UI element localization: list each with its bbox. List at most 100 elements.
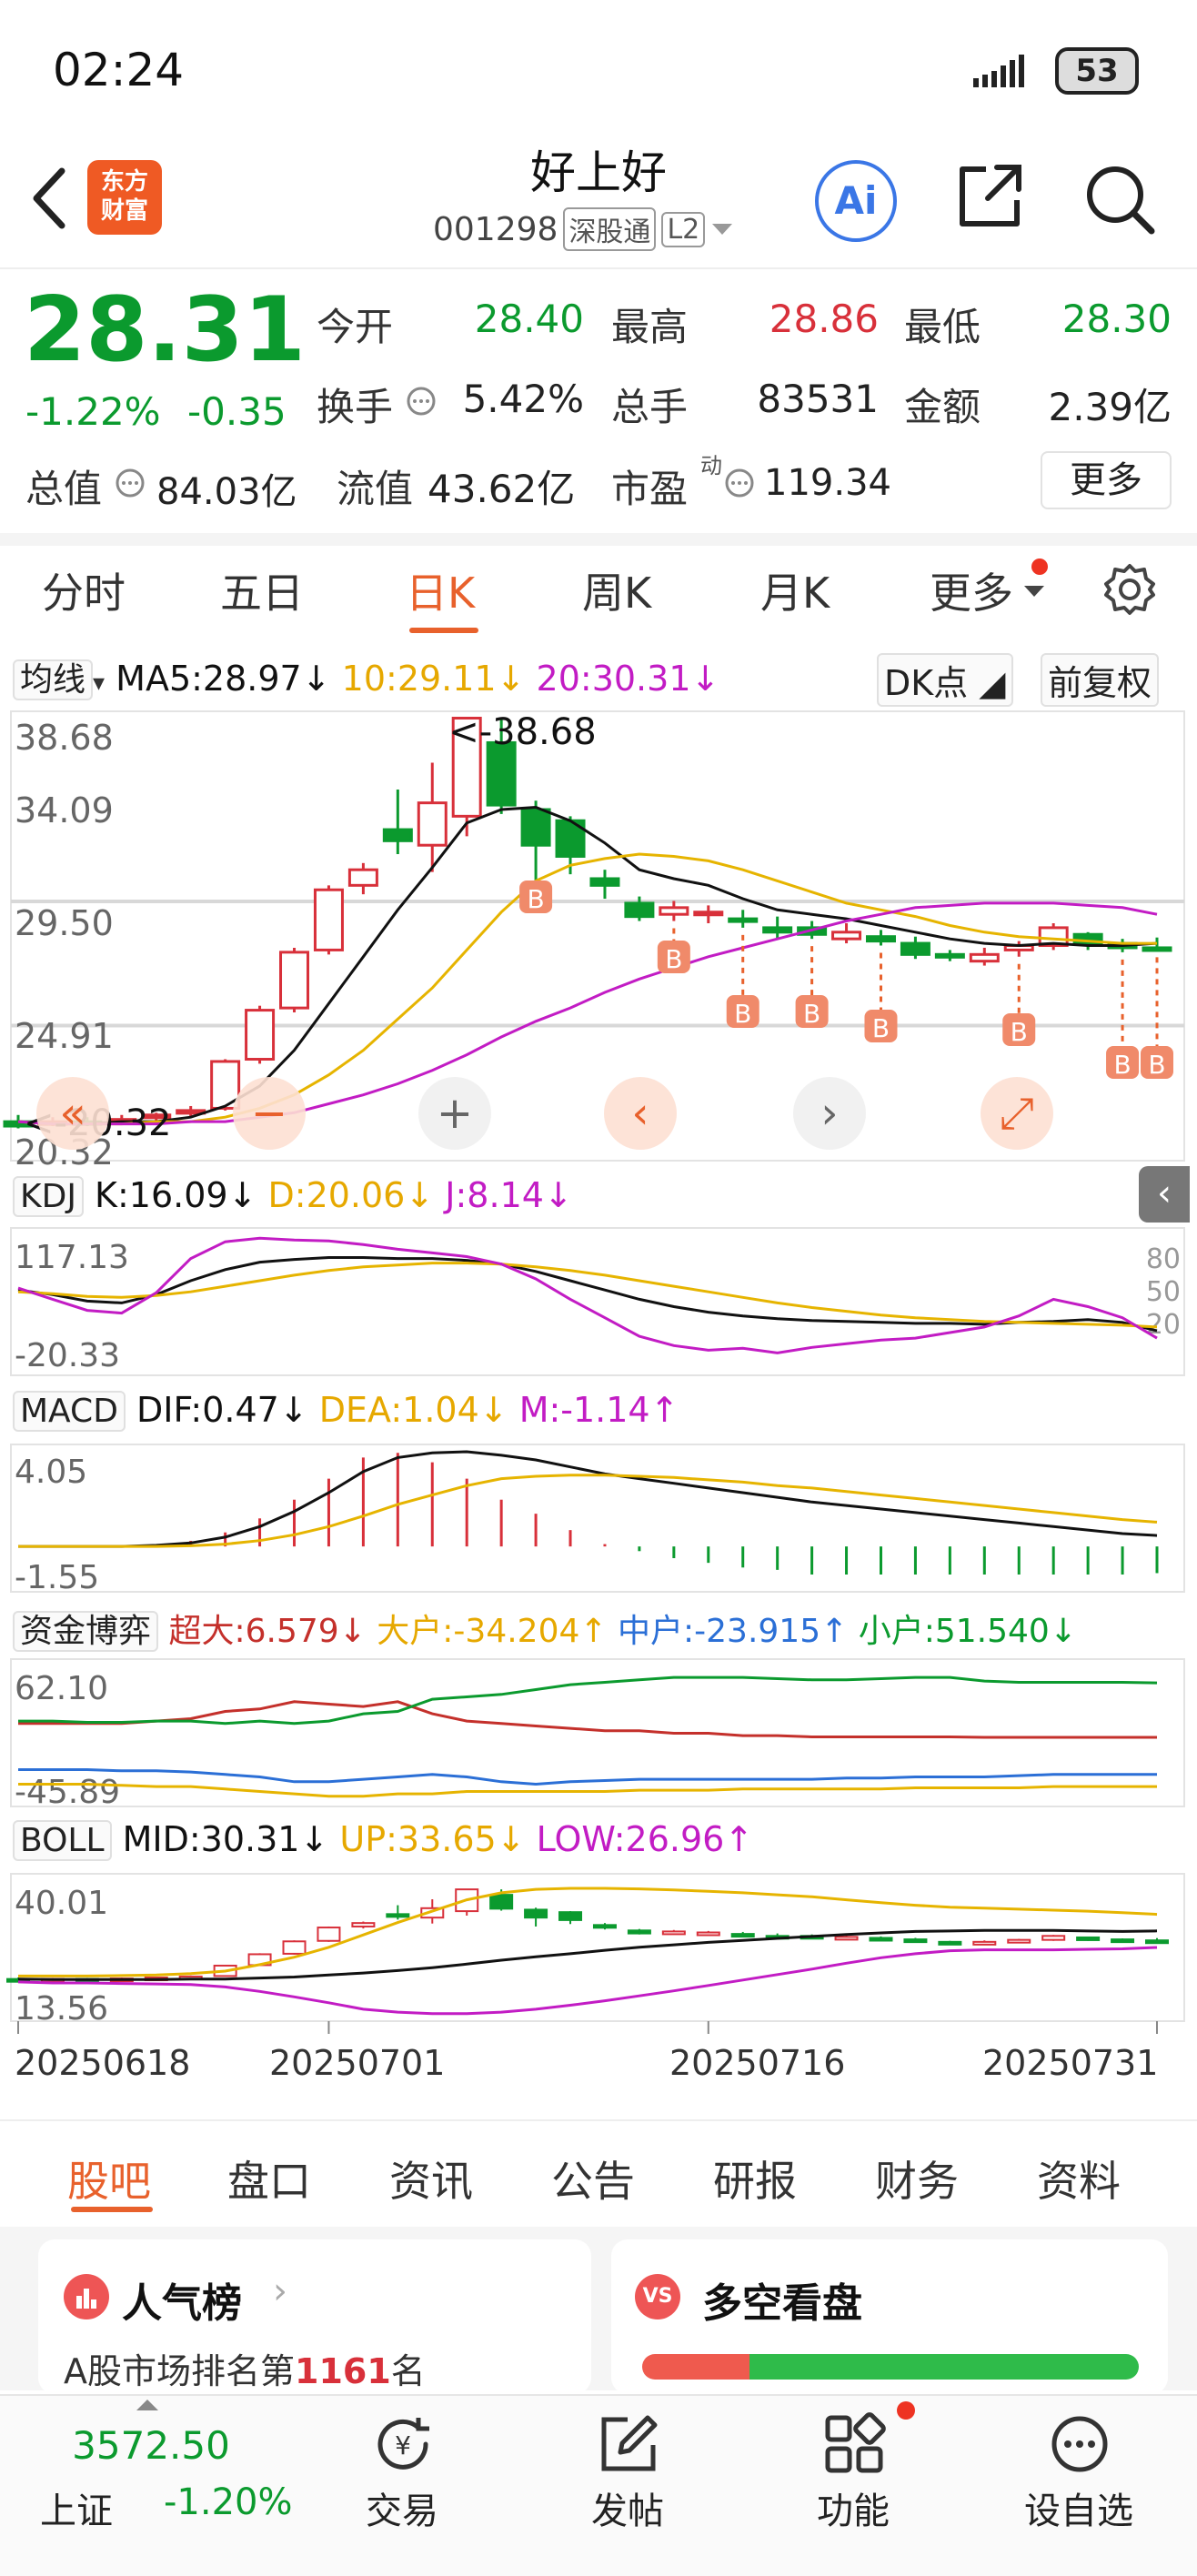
- gear-icon[interactable]: [1102, 562, 1157, 617]
- fund-super-line: [18, 1700, 1157, 1739]
- ma10-legend: 10:29.11: [341, 659, 497, 699]
- panel-frame: [10, 1227, 1185, 1376]
- fund-big-line: [18, 1783, 1157, 1798]
- fund-legend-row: 资金博弈 超大:6.579↓ 大户:-34.204↑ 中户:-23.915↑ 小…: [13, 1605, 1077, 1652]
- kdj-k-line: [17, 1256, 1158, 1333]
- tab-daily-k[interactable]: 日K: [406, 560, 475, 620]
- ma20-line: [17, 901, 1158, 1126]
- tab-weekly-k[interactable]: 周K: [582, 560, 651, 620]
- collapse-panel-button[interactable]: ‹: [1139, 1166, 1190, 1223]
- amount-value: 2.39亿: [1048, 385, 1172, 429]
- info-icon[interactable]: [724, 468, 755, 498]
- b-marker-label: B: [803, 999, 820, 1029]
- tab-monthly-k[interactable]: 月K: [760, 560, 830, 620]
- info-icon[interactable]: [115, 468, 146, 498]
- boll-candle-body: [696, 1931, 720, 1937]
- tab-order-book[interactable]: 盘口: [227, 2148, 311, 2209]
- boll-candle-body: [938, 1940, 962, 1946]
- candle-body: [520, 808, 551, 847]
- index-change: -1.20%: [164, 2481, 293, 2523]
- macd-legend-row: MACD DIF:0.47↓ DEA:1.04↓ M:-1.14↑: [13, 1390, 679, 1432]
- volume-label: 总手: [611, 385, 689, 429]
- adjust-button[interactable]: 前复权: [1041, 653, 1160, 707]
- post-icon[interactable]: [597, 2412, 660, 2476]
- vs-icon: VS: [635, 2274, 680, 2319]
- b-marker-label: B: [527, 884, 544, 914]
- b-marker-label: B: [665, 944, 682, 974]
- index-name: 上证: [40, 2490, 113, 2532]
- boll-candle-body: [489, 1894, 514, 1910]
- candle-body: [900, 941, 930, 956]
- search-icon[interactable]: [1081, 160, 1157, 236]
- tab-news[interactable]: 资讯: [389, 2148, 473, 2209]
- date-label-3: 20250716: [669, 2043, 846, 2083]
- vs-title: 多空看盘: [702, 2280, 862, 2327]
- price-axis-label: 29.50: [15, 903, 114, 943]
- amount-label: 金额: [904, 385, 981, 429]
- date-label-2: 20250701: [269, 2043, 446, 2083]
- notification-dot: [897, 2401, 915, 2420]
- chevron-right-icon: ›: [273, 2270, 287, 2312]
- index-value[interactable]: 3572.50: [60, 2423, 242, 2468]
- low-value: 28.30: [1061, 297, 1172, 341]
- dk-point-label: DK点: [884, 663, 969, 703]
- fund-big-legend: 大户:-34.204: [377, 1613, 580, 1650]
- float-cap-label: 流值: [337, 467, 414, 511]
- nav-features[interactable]: 功能: [762, 2481, 944, 2534]
- boll-mid-line: [17, 1928, 1158, 1981]
- more-dots-icon[interactable]: [1048, 2412, 1112, 2476]
- svg-text:¥: ¥: [395, 2430, 411, 2460]
- b-marker-label: B: [734, 999, 751, 1029]
- candle-body: [382, 828, 413, 842]
- fund-small-legend: 小户:51.540: [858, 1613, 1050, 1650]
- ma20-legend: 20:30.31: [536, 659, 691, 699]
- exchange-tag: 深股通: [563, 207, 657, 251]
- tab-intraday[interactable]: 分时: [42, 560, 126, 620]
- kline-chart[interactable]: 38.6834.0929.5024.9120.32BBB B B BB B<-38.68…: [0, 642, 1197, 2116]
- notification-dot: [1031, 558, 1048, 575]
- tab-research[interactable]: 研报: [713, 2148, 797, 2209]
- tab-announcements[interactable]: 公告: [551, 2148, 635, 2209]
- trade-icon[interactable]: ¥: [371, 2412, 435, 2476]
- boll-low-line: [17, 1946, 1158, 2016]
- tab-profile[interactable]: 资料: [1037, 2148, 1121, 2209]
- market-cap-value: 84.03亿: [156, 471, 297, 513]
- boll-mid-legend: MID:30.31: [122, 1819, 300, 1859]
- boll-candle-body: [524, 1908, 548, 1919]
- boll-candle-body: [1145, 1939, 1169, 1945]
- boll-candle-body: [627, 1929, 651, 1935]
- tab-five-day[interactable]: 五日: [220, 560, 304, 620]
- boll-up-line: [18, 1887, 1158, 1977]
- macd-m-legend: M:-1.14: [518, 1390, 650, 1430]
- rank-icon: [64, 2274, 109, 2319]
- features-icon[interactable]: [822, 2412, 886, 2476]
- fund-super-legend: 超大:6.579: [168, 1613, 339, 1650]
- boll-candle-body: [903, 1938, 928, 1944]
- more-quote-button[interactable]: 更多: [1041, 451, 1172, 509]
- stock-code-row[interactable]: 001298 深股通 L2: [433, 207, 734, 251]
- rank-title: 人气榜: [122, 2280, 242, 2327]
- tab-forum[interactable]: 股吧: [67, 2148, 151, 2209]
- nav-trade[interactable]: 交易: [311, 2481, 493, 2534]
- kdj-d-legend: D:20.06: [267, 1175, 406, 1215]
- chevron-down-icon: [1024, 586, 1044, 597]
- ai-button[interactable]: Ai: [815, 160, 897, 242]
- nav-add-watchlist[interactable]: 设自选: [988, 2481, 1170, 2534]
- dk-point-button[interactable]: DK点 ◢: [877, 653, 1013, 707]
- tab-more[interactable]: 更多: [930, 560, 1013, 620]
- nav-post[interactable]: 发帖: [537, 2481, 719, 2534]
- open-value: 28.40: [474, 297, 584, 341]
- macd-dif-legend: DIF:0.47: [136, 1390, 279, 1430]
- boll-candle-body: [317, 1927, 341, 1942]
- bull-ratio-bar: [642, 2354, 749, 2380]
- pe-value: 119.34: [764, 462, 891, 504]
- macd-selector[interactable]: MACD: [13, 1391, 126, 1432]
- boll-selector[interactable]: BOLL: [13, 1820, 112, 1861]
- ma-selector[interactable]: 均线: [13, 659, 94, 700]
- boll-candle-body: [351, 1922, 376, 1927]
- share-icon[interactable]: [953, 160, 1026, 233]
- fund-selector[interactable]: 资金博弈: [13, 1611, 159, 1652]
- dropdown-triangle-icon: [712, 224, 733, 235]
- kdj-selector[interactable]: KDJ: [13, 1176, 84, 1217]
- tab-financials[interactable]: 财务: [875, 2148, 959, 2209]
